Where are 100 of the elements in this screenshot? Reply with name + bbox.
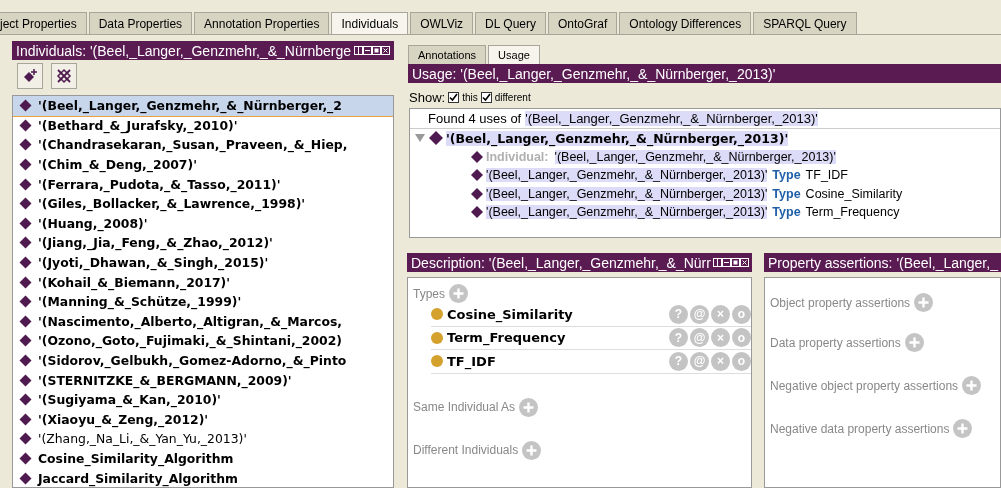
diamond-icon [470, 149, 484, 164]
individual-item[interactable]: '(Huang,_2008)' [13, 213, 393, 234]
individual-item[interactable]: '(Ozono,_Goto,_Fujimaki,_&_Shintani,_2002) [13, 331, 393, 351]
panel-title: Individuals: '(Beel,_Langer,_Genzmehr,_&_Nürnberge [16, 42, 351, 59]
diamond-icon [19, 216, 32, 230]
keyword: Type [772, 205, 801, 220]
diamond-icon [19, 471, 32, 485]
add-icon[interactable] [953, 419, 973, 438]
diamond-icon [19, 432, 32, 446]
individual-item[interactable]: Jaccard_Similarity_Algorithm [13, 468, 393, 487]
diamond-icon [470, 186, 484, 201]
diamond-icon [19, 177, 32, 191]
checkbox-label: different [494, 92, 531, 103]
entity-name: '(Beel,_Langer,_Genzmehr,_&_Nürnberger,_2013)' [554, 149, 836, 164]
individual-item[interactable]: '(Xiaoyu_&_Zeng,_2012)' [13, 409, 393, 430]
diamond-plus-icon [22, 68, 38, 84]
diamond-icon [19, 314, 32, 328]
keyword: Type [772, 186, 801, 201]
diamond-icon [19, 452, 32, 465]
diamond-icon [19, 256, 32, 270]
tab[interactable]: OntoGraf [548, 12, 618, 34]
checkbox[interactable] [448, 92, 460, 103]
individual-item[interactable]: '(Bethard_&_Jurafsky,_2010)' [13, 115, 393, 136]
panel-title: Description: '(Beel,_Langer,_Genzmehr,_&_Nürr [411, 254, 711, 271]
tree-node[interactable]: '(Beel,_Langer,_Genzmehr,_&_Nürnberger,_2013)' [446, 130, 789, 146]
individual-item[interactable]: '(Jyoti,_Dhawan,_&_Singh,_2015)' [13, 252, 393, 273]
individual-item[interactable]: '(Sugiyama_&_Kan,_2010)' [13, 389, 393, 410]
individual-item[interactable]: '(Jiang,_Jia,_Feng,_&_Zhao,_2012)' [13, 233, 393, 253]
individual-item[interactable]: '(Chim_&_Deng,_2007)' [13, 154, 393, 175]
add-individual-button[interactable] [17, 63, 43, 89]
delete-individual-button[interactable] [51, 63, 77, 89]
diamond-icon [428, 130, 444, 147]
class-dot-icon [431, 308, 443, 321]
add-icon[interactable] [522, 440, 542, 460]
entity-name: '(Beel,_Langer,_Genzmehr,_&_Nürnberger,_2013)' [486, 186, 768, 201]
section-label: Same Individual As [413, 400, 516, 414]
individual-item[interactable]: '(Manning_&_Schütze,_1999)' [13, 291, 393, 312]
section-label: Object property assertions [770, 295, 911, 310]
individual-item[interactable]: '(Kohail_&_Biemann,_2017)' [13, 272, 393, 292]
add-icon[interactable] [449, 284, 468, 303]
diamond-icon [19, 118, 32, 132]
diamond-icon [19, 334, 32, 348]
panel-controls-icon[interactable] [712, 257, 749, 268]
diamond-icon [470, 168, 484, 183]
tab[interactable]: Data Properties [88, 12, 193, 34]
individual-item[interactable]: Cosine_Similarity_Algorithm [13, 448, 393, 469]
add-icon[interactable] [914, 293, 934, 312]
individual-item[interactable]: '(Beel,_Langer,_Genzmehr,_&_Nürnberger,_2 [13, 96, 393, 116]
keyword: Type [772, 168, 801, 183]
individual-item[interactable]: '(Chandrasekaran,_Susan,_Praveen,_&_Hiep, [13, 135, 393, 155]
diamond-icon [19, 295, 32, 309]
checkbox-label: this [462, 92, 478, 103]
entity-name: '(Beel,_Langer,_Genzmehr,_&_Nürnberger,_2013)' [486, 168, 768, 183]
tab[interactable]: Ontology Differences [619, 12, 752, 34]
individual-item[interactable]: '(STERNITZKE_&_BERGMANN,_2009)' [13, 370, 393, 390]
panel-title: Usage: '(Beel,_Langer,_Genzmehr,_&_Nürnberger,_2013)' [412, 65, 776, 82]
section-label: Different Individuals [413, 443, 519, 457]
individual-item[interactable]: '(Nascimento,_Alberto,_Altigran,_&_Marcos, [13, 311, 393, 332]
found-text: Found 4 uses of [428, 111, 522, 126]
tab[interactable]: Usage [488, 45, 540, 64]
individual-item[interactable]: '(Zhang,_Na_Li,_&_Yan_Yu,_2013)' [13, 429, 393, 449]
individual-item[interactable]: '(Sidorov,_Gelbukh,_Gomez-Adorno,_&_Pinto [13, 350, 393, 371]
individual-item[interactable]: '(Ferrara,_Pudota,_&_Tasso,_2011)' [13, 174, 393, 194]
section-label: Data property assertions [770, 335, 901, 350]
tab[interactable]: ject Properties [0, 12, 87, 34]
diamond-icon [19, 412, 32, 426]
expand-arrow-icon[interactable] [414, 133, 426, 144]
diamond-icon [19, 275, 32, 289]
keyword: Individual: [486, 149, 549, 164]
panel-controls-icon[interactable] [354, 45, 390, 56]
section-label: Types [413, 286, 445, 301]
class-name: Term_Frequency [447, 330, 566, 346]
class-name: TF_IDF [447, 353, 496, 369]
entity-name: '(Beel,_Langer,_Genzmehr,_&_Nürnberger,_2013)' [486, 205, 768, 220]
class-dot-icon [431, 331, 443, 344]
add-icon[interactable] [519, 397, 539, 417]
class-name: Term_Frequency [805, 205, 900, 220]
tab[interactable]: Individuals [331, 12, 409, 34]
tab[interactable]: Annotation Properties [194, 12, 330, 34]
tab[interactable]: DL Query [475, 12, 546, 34]
section-label: Negative data property assertions [770, 421, 950, 436]
add-icon[interactable] [904, 333, 924, 352]
add-icon[interactable] [962, 376, 982, 395]
show-label: Show: [409, 90, 446, 105]
tab[interactable]: SPARQL Query [753, 12, 857, 34]
tab[interactable]: OWLViz [410, 12, 474, 34]
entity-name: '(Beel,_Langer,_Genzmehr,_&_Nürnberger,_2013)' [525, 111, 818, 126]
class-name: Cosine_Similarity [805, 186, 903, 201]
section-label: Negative object property assertions [770, 378, 959, 393]
diamond-icon [19, 138, 32, 152]
panel-title: Property assertions: '(Beel,_Langer,_ [768, 254, 998, 271]
diamond-icon [19, 236, 32, 250]
diamond-icon [19, 158, 32, 172]
checkbox[interactable] [480, 92, 492, 103]
class-dot-icon [431, 355, 443, 368]
diamond-icon [19, 393, 32, 407]
diamond-icon [470, 205, 484, 220]
individual-item[interactable]: '(Giles,_Bollacker,_&_Lawrence,_1998)' [13, 193, 393, 214]
diamond-icon [19, 99, 32, 113]
tab[interactable]: Annotations [408, 45, 487, 64]
